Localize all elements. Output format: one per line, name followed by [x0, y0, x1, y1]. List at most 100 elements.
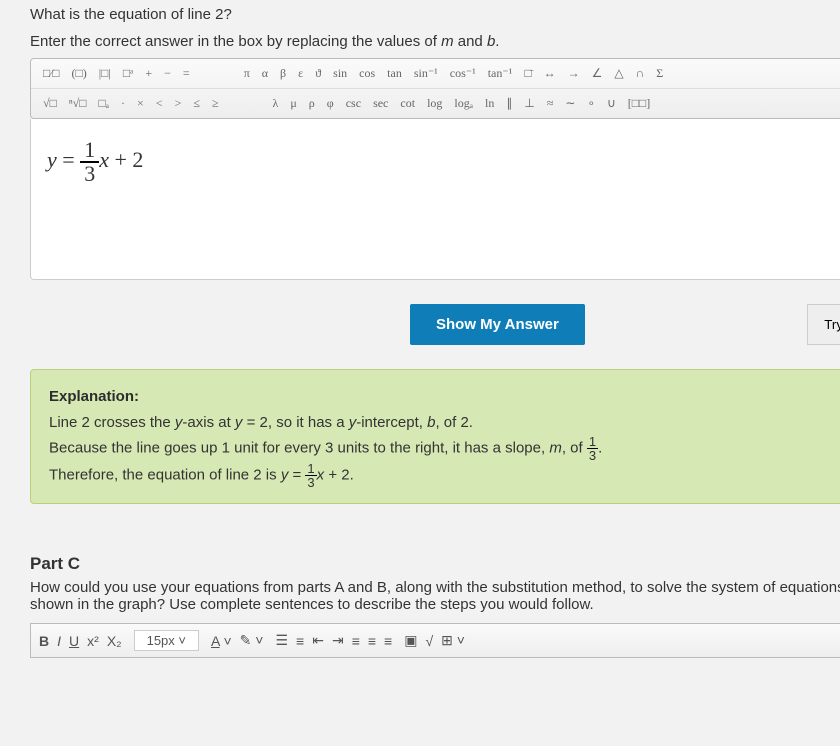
tool-power[interactable]: □ᵃ [117, 63, 140, 84]
tool-atan[interactable]: tan⁻¹ [482, 63, 519, 84]
toolbar-row2: √□ ⁿ√□ □ₐ · × < > ≤ ≥ λ μ ρ φ csc sec co… [31, 88, 840, 118]
tool-cap[interactable]: ∩ [630, 63, 651, 84]
tool-beta[interactable]: β [274, 63, 292, 84]
tool-csc[interactable]: csc [340, 93, 367, 114]
rte-tbl: ⊞ [441, 632, 453, 648]
e1a: Line 2 crosses the [49, 414, 175, 431]
tool-bar[interactable]: □̄ [518, 63, 537, 84]
eq-den: 3 [80, 163, 99, 185]
tool-triangle[interactable]: △ [608, 63, 629, 84]
tool-sqrt[interactable]: √□ [37, 93, 63, 114]
rte-textcolor[interactable]: A ˅ [211, 633, 232, 649]
rte-align-left-icon[interactable]: ≡ [352, 633, 360, 649]
tool-minus[interactable]: − [158, 63, 177, 84]
partc-title: Part C [30, 554, 840, 574]
eq-b: 2 [132, 147, 143, 172]
tool-sin[interactable]: sin [327, 63, 353, 84]
rte-italic[interactable]: I [57, 633, 61, 649]
partc-text: How could you use your equations from pa… [30, 579, 840, 613]
rte-sup[interactable]: x² [87, 633, 99, 649]
tool-ge[interactable]: ≥ [206, 93, 225, 114]
tool-pi[interactable]: π [238, 63, 256, 84]
tool-lt[interactable]: < [150, 93, 169, 114]
e2e: . [598, 439, 602, 456]
try-button[interactable]: Try [807, 304, 840, 345]
question-line1: What is the equation of line 2? [30, 6, 840, 23]
e3-frac: 13 [305, 462, 316, 489]
q2-pre: Enter the correct answer in the box by r… [30, 33, 441, 50]
e3a: Therefore, the equation of line 2 is [49, 466, 281, 483]
e1i: , of 2. [435, 414, 473, 431]
tool-plus[interactable]: + [139, 63, 158, 84]
tool-acos[interactable]: cos⁻¹ [444, 63, 482, 84]
rte-sqrt-icon[interactable]: √ [425, 633, 433, 649]
q2-mid: and [454, 33, 487, 50]
spacer [196, 71, 238, 77]
rich-text-toolbar: B I U x² X₂ 15px ˅ A ˅ ✎ ˅ ☰ ≡ ⇤ ⇥ ≡ ≡ ≡ [30, 623, 840, 658]
tool-arrow[interactable]: → [562, 63, 586, 84]
eq-y: y [47, 147, 57, 172]
rte-image-icon[interactable]: ▣ [404, 632, 417, 649]
e1e: = 2, so it has a [242, 414, 348, 431]
rte-fontsize[interactable]: 15px ˅ [134, 630, 199, 651]
tool-approx[interactable]: ≈ [541, 93, 560, 114]
rte-align-center-icon[interactable]: ≡ [368, 633, 376, 649]
rte-underline[interactable]: U [69, 633, 79, 649]
tool-cup[interactable]: ∪ [601, 93, 622, 114]
spacer [225, 101, 267, 107]
tool-ln[interactable]: ln [479, 93, 500, 114]
tool-arrows[interactable]: ↔ [538, 63, 562, 84]
tool-sec[interactable]: sec [367, 93, 394, 114]
rte-sub[interactable]: X₂ [107, 633, 122, 649]
rte-highlight[interactable]: ✎ ˅ [240, 632, 264, 649]
rte-indent-icon[interactable]: ⇥ [332, 632, 344, 649]
q2-end: . [495, 33, 499, 50]
tool-times[interactable]: × [131, 93, 150, 114]
tool-cot[interactable]: cot [394, 93, 421, 114]
part-c: Part C How could you use your equations … [30, 554, 840, 658]
tool-tan[interactable]: tan [381, 63, 408, 84]
tool-cos[interactable]: cos [353, 63, 381, 84]
tool-logn[interactable]: logₐ [448, 93, 479, 114]
tool-theta[interactable]: ϑ [309, 63, 327, 84]
rte-ul-icon[interactable]: ☰ [275, 632, 288, 649]
toolbar-row1: □⁄□ (□) |□| □ᵃ + − = π α β ε ϑ sin cos t… [31, 59, 840, 88]
tool-fraction[interactable]: □⁄□ [37, 63, 66, 84]
show-answer-button[interactable]: Show My Answer [410, 304, 585, 345]
tool-abs[interactable]: |□| [93, 63, 117, 84]
tool-le[interactable]: ≤ [187, 93, 206, 114]
tool-dot[interactable]: · [115, 93, 131, 114]
equation-editor[interactable]: y = 13x + 2 [30, 119, 840, 280]
tool-mu[interactable]: μ [284, 93, 302, 114]
rte-pen: ✎ [240, 632, 252, 648]
q2-m: m [441, 33, 454, 50]
rte-table-icon[interactable]: ⊞ ˅ [441, 632, 465, 649]
rte-ol-icon[interactable]: ≡ [296, 633, 304, 649]
tool-log[interactable]: log [421, 93, 448, 114]
rte-align-right-icon[interactable]: ≡ [384, 633, 392, 649]
tool-sigma[interactable]: Σ [650, 63, 669, 84]
tool-parallel[interactable]: ∥ [500, 93, 518, 114]
eq-num: 1 [80, 139, 99, 163]
tool-alpha[interactable]: α [256, 63, 274, 84]
tool-paren[interactable]: (□) [66, 63, 93, 84]
eq-x: x [99, 147, 109, 172]
tool-rho[interactable]: ρ [303, 93, 321, 114]
tool-angle[interactable]: ∠ [586, 63, 609, 84]
tool-gt[interactable]: > [169, 93, 188, 114]
e1g: -intercept, [356, 414, 427, 431]
tool-sub[interactable]: □ₐ [92, 93, 115, 114]
rte-outdent-icon[interactable]: ⇤ [312, 632, 324, 649]
question-line2: Enter the correct answer in the box by r… [30, 33, 840, 50]
tool-deg[interactable]: ∘ [581, 93, 601, 114]
tool-asin[interactable]: sin⁻¹ [408, 63, 444, 84]
rte-bold[interactable]: B [39, 633, 49, 649]
tool-eps[interactable]: ε [292, 63, 309, 84]
tool-matrix[interactable]: [□□] [622, 93, 657, 114]
tool-sim[interactable]: ∼ [559, 93, 581, 114]
tool-nroot[interactable]: ⁿ√□ [63, 93, 93, 114]
tool-phi[interactable]: φ [321, 93, 340, 114]
tool-equals[interactable]: = [177, 63, 196, 84]
tool-perp[interactable]: ⊥ [518, 93, 540, 114]
tool-lambda[interactable]: λ [267, 93, 285, 114]
